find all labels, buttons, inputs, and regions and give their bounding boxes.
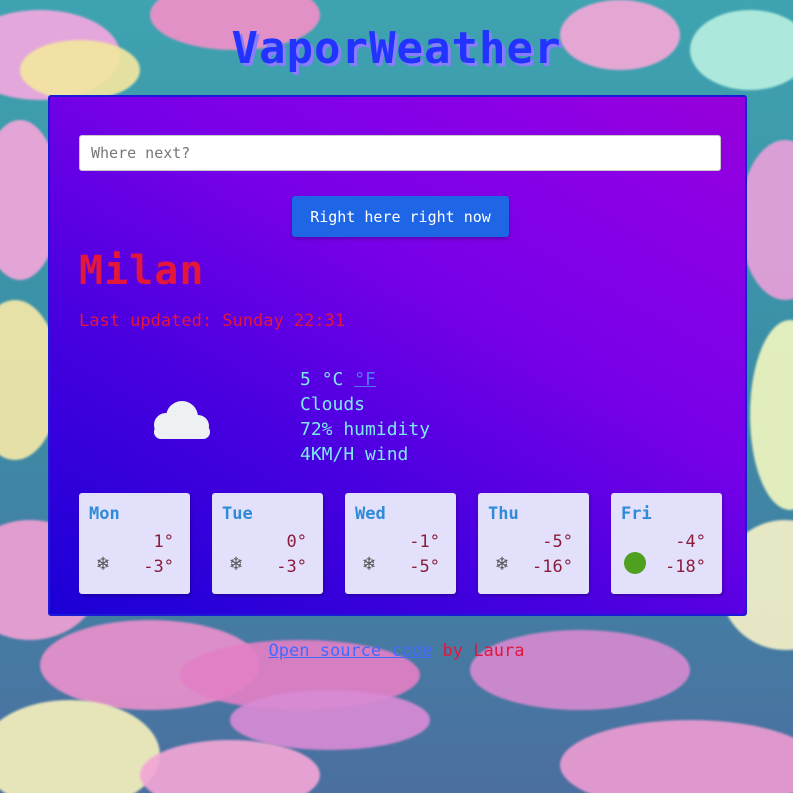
unit-celsius: °C <box>321 369 344 390</box>
snowflake-icon: ❄ <box>96 551 110 575</box>
footer-author: by Laura <box>432 641 525 661</box>
forecast-high: 0° <box>286 532 307 552</box>
forecast-day-name: Tue <box>222 504 253 524</box>
weather-description: Clouds <box>300 394 366 415</box>
current-conditions: 5 °C °F Clouds 72% humidity 4KM/H wind <box>300 367 430 467</box>
forecast-low: -16° <box>532 557 573 577</box>
app-title: VaporWeather <box>231 23 562 74</box>
last-updated: Last updated: Sunday 22:31 <box>79 311 346 331</box>
sun-icon <box>623 551 647 575</box>
forecast-day-name: Fri <box>621 504 652 524</box>
forecast-day: Mon 1° ❄ -3° <box>79 493 190 594</box>
search-input[interactable] <box>79 135 721 171</box>
snowflake-icon: ❄ <box>362 551 376 575</box>
unit-fahrenheit-link[interactable]: °F <box>354 369 376 390</box>
forecast-low: -5° <box>409 557 440 577</box>
forecast-day-name: Thu <box>488 504 519 524</box>
wind: 4KM/H wind <box>300 444 409 465</box>
forecast-list: Mon 1° ❄ -3° Tue 0° ❄ -3° Wed -1° ❄ -5° … <box>79 493 722 594</box>
forecast-day: Fri -4° -18° <box>611 493 722 594</box>
footer: Open source code by Laura <box>0 640 793 662</box>
forecast-day: Tue 0° ❄ -3° <box>212 493 323 594</box>
cloud-icon <box>144 397 214 443</box>
forecast-day-name: Mon <box>89 504 120 524</box>
snowflake-icon: ❄ <box>495 551 509 575</box>
temperature-value: 5 <box>300 369 311 390</box>
snowflake-icon: ❄ <box>229 551 243 575</box>
weather-card: Right here right now Milan Last updated:… <box>48 95 747 616</box>
forecast-low: -3° <box>276 557 307 577</box>
forecast-high: -5° <box>542 532 573 552</box>
current-location-button[interactable]: Right here right now <box>292 196 509 237</box>
forecast-day: Thu -5° ❄ -16° <box>478 493 589 594</box>
forecast-day: Wed -1° ❄ -5° <box>345 493 456 594</box>
humidity: 72% humidity <box>300 419 431 440</box>
forecast-high: -4° <box>675 532 706 552</box>
source-code-link[interactable]: Open source code <box>269 641 433 661</box>
forecast-high: -1° <box>409 532 440 552</box>
forecast-high: 1° <box>153 532 174 552</box>
forecast-low: -18° <box>665 557 706 577</box>
forecast-low: -3° <box>143 557 174 577</box>
forecast-day-name: Wed <box>355 504 386 524</box>
city-name: Milan <box>79 248 205 294</box>
temperature-line: 5 °C °F <box>300 367 430 392</box>
